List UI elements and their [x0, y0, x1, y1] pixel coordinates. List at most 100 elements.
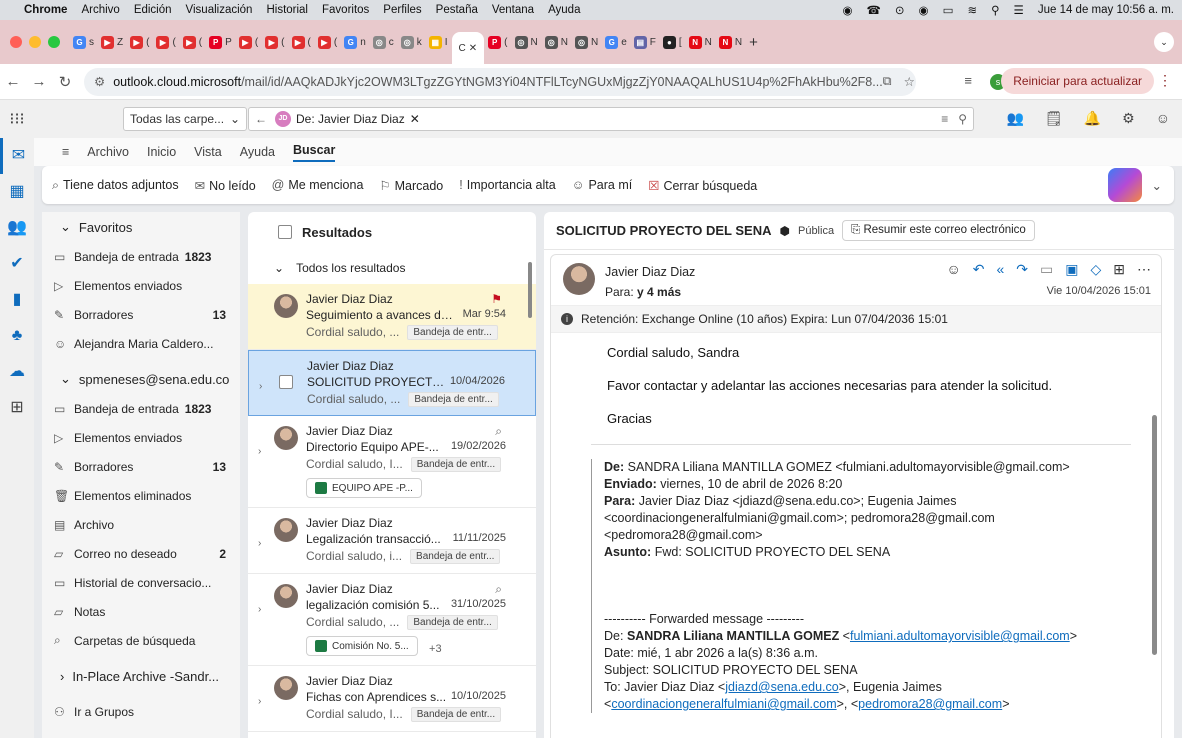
org-app-icon[interactable]: ♣	[0, 318, 34, 354]
teams-icon[interactable]: 👥	[1006, 110, 1023, 127]
tag-icon[interactable]: ◇	[1090, 261, 1101, 278]
battery-icon[interactable]: ▭	[943, 3, 954, 17]
people-app-icon[interactable]: 👥	[0, 210, 34, 246]
browser-tab[interactable]: ▦ I	[426, 30, 451, 54]
forward-icon[interactable]: →	[26, 73, 52, 90]
unread-button[interactable]: ✉ No leído	[195, 178, 256, 193]
mentions-button[interactable]: @ Me menciona	[272, 178, 364, 192]
phone-icon[interactable]: ☎	[867, 3, 881, 17]
app-launcher-icon[interactable]: ⁝⁝⁝	[0, 109, 34, 129]
tab-ayuda[interactable]: Ayuda	[240, 145, 275, 159]
move-icon[interactable]: ▭	[1040, 261, 1053, 278]
browser-tab[interactable]: ◎ N	[542, 30, 571, 54]
high-importance-button[interactable]: ! Importancia alta	[459, 178, 555, 192]
play-icon[interactable]: ⊙	[895, 3, 905, 17]
folder-item[interactable]: ✎ Borradores 13	[42, 300, 240, 329]
summarize-button[interactable]: ⎘ Resumir este correo electrónico	[842, 220, 1035, 241]
folder-item[interactable]: ▷ Elementos enviados	[42, 423, 240, 452]
folder-item[interactable]: ▱ Correo no deseado 2	[42, 539, 240, 568]
select-all-checkbox[interactable]	[278, 225, 292, 239]
browser-tab[interactable]: ▶(	[262, 30, 287, 54]
message-row[interactable]: ⚑ Javier Diaz Diaz Seguimiento a avances…	[248, 284, 536, 350]
folder-item[interactable]: ▭ Bandeja de entrada 1823	[42, 394, 240, 423]
browser-tab[interactable]: ▶(	[127, 30, 152, 54]
tab-buscar[interactable]: Buscar	[292, 143, 336, 162]
message-row[interactable]: › Javier Diaz Diaz Legalización transacc…	[248, 508, 536, 574]
bell-icon[interactable]: 🔔	[1084, 110, 1101, 127]
todo-app-icon[interactable]: ✔	[0, 246, 34, 282]
menu-item-historial[interactable]: Historial	[266, 4, 308, 16]
minimize-window-button[interactable]	[29, 36, 41, 48]
browser-tab[interactable]: NN	[686, 30, 715, 54]
email-link[interactable]: jdiazd@sena.edu.co	[725, 680, 838, 694]
menu-item-pestana[interactable]: Pestaña	[436, 4, 478, 16]
new-tab-button[interactable]: +	[746, 30, 770, 54]
chevron-right-icon[interactable]: ›	[258, 446, 261, 457]
has-attachments-button[interactable]: ⌕ Tiene datos adjuntos	[52, 178, 179, 193]
reply-all-icon[interactable]: «	[996, 261, 1004, 278]
browser-tab[interactable]: NN	[716, 30, 745, 54]
status-icon[interactable]: ◉	[843, 3, 853, 17]
url-bar[interactable]: ⚙ outlook.cloud.microsoft/mail/id/AAQkAD…	[84, 67, 916, 96]
more-actions-icon[interactable]: ⋯	[1137, 261, 1151, 278]
menu-app-name[interactable]: Chrome	[24, 4, 67, 16]
chevron-right-icon[interactable]: ›	[258, 696, 261, 707]
account-header[interactable]: ⌄ spmeneses@sena.edu.co	[42, 364, 240, 394]
sender-name[interactable]: Javier Diaz Diaz	[605, 265, 695, 279]
menu-item-ventana[interactable]: Ventana	[492, 4, 534, 16]
sender-avatar[interactable]	[563, 263, 595, 295]
folder-item[interactable]: 🗑 Elementos eliminados	[42, 481, 240, 510]
menu-item-archivo[interactable]: Archivo	[81, 4, 119, 16]
browser-tab[interactable]: ◎ c	[370, 30, 397, 54]
browser-tab[interactable]: PP	[206, 30, 235, 54]
gear-icon[interactable]: ⚙	[1122, 110, 1135, 127]
browser-tab[interactable]: P(	[485, 30, 510, 54]
browser-tab[interactable]: ◎ N	[512, 30, 541, 54]
chevron-right-icon[interactable]: ›	[259, 381, 262, 392]
browser-tab[interactable]: Gn	[341, 30, 369, 54]
archive-header[interactable]: › In-Place Archive -Sandr...	[42, 661, 240, 691]
menu-item-perfiles[interactable]: Perfiles	[383, 4, 421, 16]
chevron-right-icon[interactable]: ›	[258, 538, 261, 549]
reply-icon[interactable]: ↶	[973, 261, 985, 278]
folder-item[interactable]: ▭ Bandeja de entrada 1823	[42, 242, 240, 271]
tab-inicio[interactable]: Inicio	[147, 145, 176, 159]
remove-chip-icon[interactable]: ✕	[410, 112, 420, 126]
browser-tab[interactable]: ●[	[660, 30, 685, 54]
email-link[interactable]: fulmiani.adultomayorvisible@gmail.com	[850, 629, 1070, 643]
forward-icon[interactable]: ↷	[1016, 261, 1028, 278]
mail-app-icon[interactable]: ✉	[0, 138, 34, 174]
close-tab-icon[interactable]: ✕	[469, 43, 477, 54]
search-scope-dropdown[interactable]: Todas las carpe... ⌄	[123, 107, 247, 131]
account-icon[interactable]: ☺	[1156, 110, 1170, 127]
browser-tab[interactable]: ◎ k	[398, 30, 425, 54]
calendar-app-icon[interactable]: ▦	[0, 174, 34, 210]
browser-tab[interactable]: Ge	[602, 30, 630, 54]
browser-tab[interactable]: ▶ Z	[98, 30, 126, 54]
note-icon[interactable]: 🗒	[1045, 110, 1063, 127]
wifi-icon[interactable]: ≋	[967, 3, 977, 17]
search-input[interactable]: ← JD De: Javier Diaz Diaz ✕ ≡ ⚲	[248, 107, 974, 131]
browser-tab[interactable]: ◎ N	[572, 30, 601, 54]
close-search-button[interactable]: ☒ Cerrar búsqueda	[648, 178, 757, 193]
chrome-menu-icon[interactable]: ⋮	[1158, 72, 1172, 89]
spotlight-icon[interactable]: ⚲	[991, 3, 999, 17]
flagged-button[interactable]: ⚐ Marcado	[379, 178, 443, 193]
message-row[interactable]: › ⌕ Javier Diaz Diaz legalización comisi…	[248, 574, 536, 666]
bookmark-star-icon[interactable]: ☆	[904, 74, 915, 89]
message-checkbox[interactable]	[279, 375, 293, 389]
control-center-icon[interactable]: ☰	[1014, 3, 1024, 17]
close-window-button[interactable]	[10, 36, 22, 48]
emoji-icon[interactable]: ☺	[946, 261, 960, 278]
install-app-icon[interactable]: ⧉	[883, 74, 892, 89]
chevron-right-icon[interactable]: ›	[258, 604, 261, 615]
back-icon[interactable]: ←	[0, 73, 26, 90]
more-attachments-count[interactable]: +3	[429, 643, 442, 655]
folder-item[interactable]: ☺ Alejandra Maria Caldero...	[42, 329, 240, 358]
menubar-clock[interactable]: Jue 14 de may 10:56 a. m.	[1038, 4, 1174, 16]
message-row[interactable]: › ⌕ Javier Diaz Diaz Directorio Equipo A…	[248, 416, 536, 508]
tab-vista[interactable]: Vista	[194, 145, 222, 159]
search-icon[interactable]: ⚲	[958, 112, 967, 126]
attachment-chip[interactable]: Comisión No. 5...	[306, 636, 418, 656]
browser-tab[interactable]: ▶(	[153, 30, 178, 54]
